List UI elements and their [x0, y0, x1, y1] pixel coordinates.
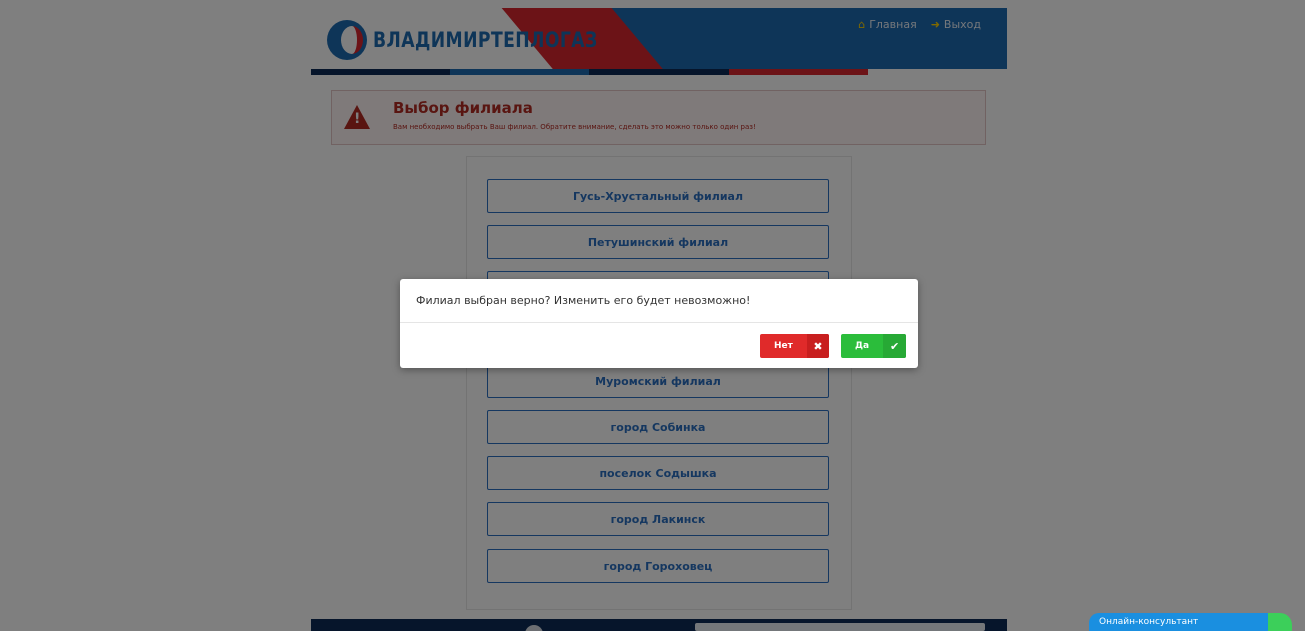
no-button-label: Нет: [774, 341, 793, 351]
close-icon: ✖: [806, 334, 829, 358]
online-consultant-button[interactable]: Онлайн-консультант: [1089, 613, 1289, 631]
yes-button-label: Да: [855, 341, 870, 351]
confirm-dialog: Филиал выбран верно? Изменить его будет …: [400, 279, 918, 368]
confirm-dialog-body: Филиал выбран верно? Изменить его будет …: [400, 279, 918, 323]
online-consultant-label: Онлайн-консультант: [1099, 617, 1199, 627]
confirm-message: Филиал выбран верно? Изменить его будет …: [416, 294, 751, 307]
no-button[interactable]: Нет ✖: [760, 334, 829, 358]
consultant-tab[interactable]: [1268, 613, 1292, 631]
check-icon: ✔: [883, 334, 906, 358]
confirm-dialog-footer: Нет ✖ Да ✔: [400, 324, 918, 368]
yes-button[interactable]: Да ✔: [841, 334, 906, 358]
